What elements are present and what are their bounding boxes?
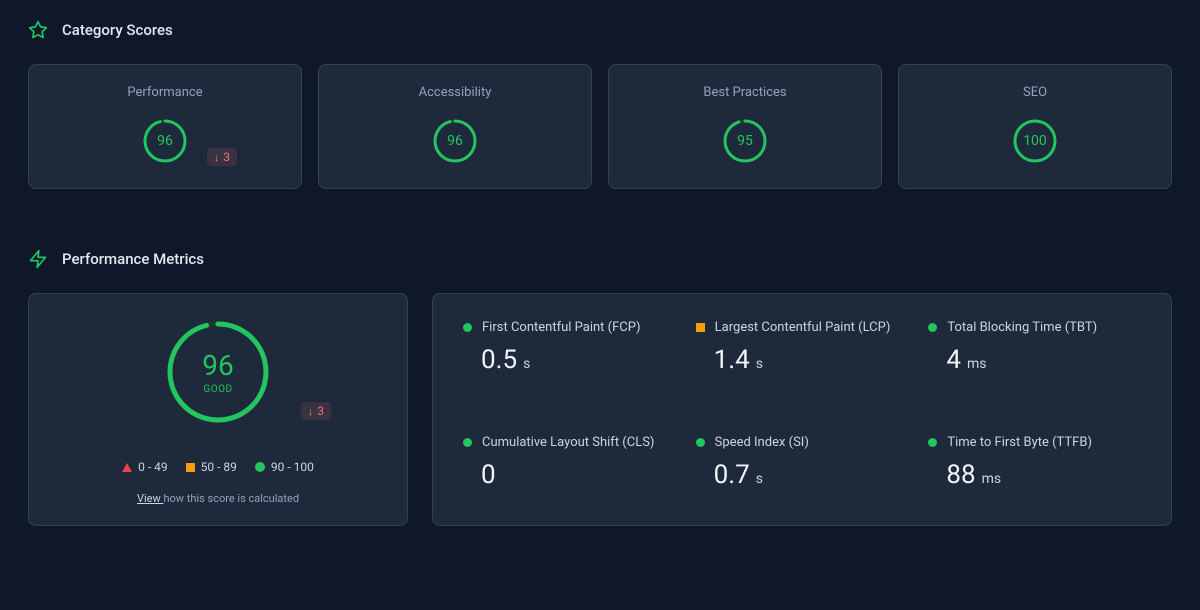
- metric-name: Time to First Byte (TTFB): [947, 435, 1092, 450]
- legend-item-poor: 0 - 49: [122, 460, 168, 474]
- scores-grid: Performance 96 ↓ 3 Accessibility 96 Best…: [28, 64, 1172, 189]
- score-card-accessibility[interactable]: Accessibility 96: [318, 64, 592, 189]
- metric-ttfb: Time to First Byte (TTFB) 88 ms: [928, 435, 1141, 500]
- bolt-icon: [28, 249, 48, 269]
- metric-value: 88: [946, 460, 975, 490]
- view-link[interactable]: View: [137, 492, 164, 505]
- metric-tbt: Total Blocking Time (TBT) 4 ms: [928, 320, 1141, 385]
- metric-unit: ms: [967, 356, 987, 372]
- score-label: Performance: [127, 85, 202, 100]
- legend-item-good: 90 - 100: [255, 460, 314, 474]
- score-card-best-practices[interactable]: Best Practices 95: [608, 64, 882, 189]
- status-dot-icon: [696, 438, 705, 447]
- star-icon: [28, 20, 48, 40]
- performance-status: GOOD: [203, 384, 232, 395]
- circle-icon: [255, 462, 265, 472]
- category-scores-header: Category Scores: [28, 20, 1172, 40]
- score-card-seo[interactable]: SEO 100: [898, 64, 1172, 189]
- score-ring: 100: [1012, 118, 1058, 164]
- view-note: View how this score is calculated: [137, 492, 299, 505]
- metric-name: Cumulative Layout Shift (CLS): [482, 435, 654, 450]
- metric-fcp: First Contentful Paint (FCP) 0.5 s: [463, 320, 676, 385]
- score-label: Best Practices: [703, 85, 786, 100]
- score-card-performance[interactable]: Performance 96 ↓ 3: [28, 64, 302, 189]
- performance-ring: 96 GOOD: [164, 318, 272, 426]
- arrow-down-icon: ↓: [308, 405, 314, 418]
- score-ring: 96: [432, 118, 478, 164]
- score-value: 95: [722, 118, 768, 164]
- arrow-down-icon: ↓: [214, 151, 220, 164]
- metric-unit: s: [523, 356, 530, 372]
- performance-summary-card: 96 GOOD ↓ 3 0 - 49 50 - 89 90 - 100 View…: [28, 293, 408, 526]
- metric-si: Speed Index (SI) 0.7 s: [696, 435, 909, 500]
- metric-name: Total Blocking Time (TBT): [947, 320, 1097, 335]
- delta-badge: ↓ 3: [207, 148, 237, 166]
- performance-score: 96: [202, 349, 233, 382]
- metric-value: 0.5: [481, 345, 517, 375]
- metric-unit: ms: [982, 471, 1002, 487]
- performance-metrics-title: Performance Metrics: [62, 250, 204, 268]
- score-value: 96: [142, 118, 188, 164]
- performance-metrics-header: Performance Metrics: [28, 249, 1172, 269]
- delta-value: 3: [223, 150, 230, 164]
- score-legend: 0 - 49 50 - 89 90 - 100: [122, 460, 314, 474]
- score-value: 96: [432, 118, 478, 164]
- status-dot-icon: [928, 438, 937, 447]
- score-ring: 95: [722, 118, 768, 164]
- score-label: SEO: [1023, 85, 1047, 100]
- metric-unit: s: [756, 356, 763, 372]
- score-ring: 96: [142, 118, 188, 164]
- metric-name: First Contentful Paint (FCP): [482, 320, 641, 335]
- triangle-icon: [122, 463, 132, 472]
- status-dot-icon: [463, 438, 472, 447]
- metric-value: 4: [946, 345, 961, 375]
- delta-value: 3: [317, 404, 324, 418]
- metric-cls: Cumulative Layout Shift (CLS) 0: [463, 435, 676, 500]
- score-label: Accessibility: [419, 85, 492, 100]
- metric-value: 0: [481, 460, 496, 490]
- metric-value: 1.4: [714, 345, 750, 375]
- status-square-icon: [696, 323, 705, 332]
- status-dot-icon: [928, 323, 937, 332]
- metric-name: Largest Contentful Paint (LCP): [715, 320, 891, 335]
- square-icon: [186, 463, 195, 472]
- delta-badge: ↓ 3: [301, 402, 331, 420]
- metric-unit: s: [756, 471, 763, 487]
- metric-lcp: Largest Contentful Paint (LCP) 1.4 s: [696, 320, 909, 385]
- metric-value: 0.7: [714, 460, 750, 490]
- score-value: 100: [1012, 118, 1058, 164]
- metric-name: Speed Index (SI): [715, 435, 809, 450]
- legend-item-mid: 50 - 89: [186, 460, 237, 474]
- status-dot-icon: [463, 323, 472, 332]
- category-scores-title: Category Scores: [62, 21, 173, 39]
- metrics-grid: First Contentful Paint (FCP) 0.5 s Larges…: [432, 293, 1172, 526]
